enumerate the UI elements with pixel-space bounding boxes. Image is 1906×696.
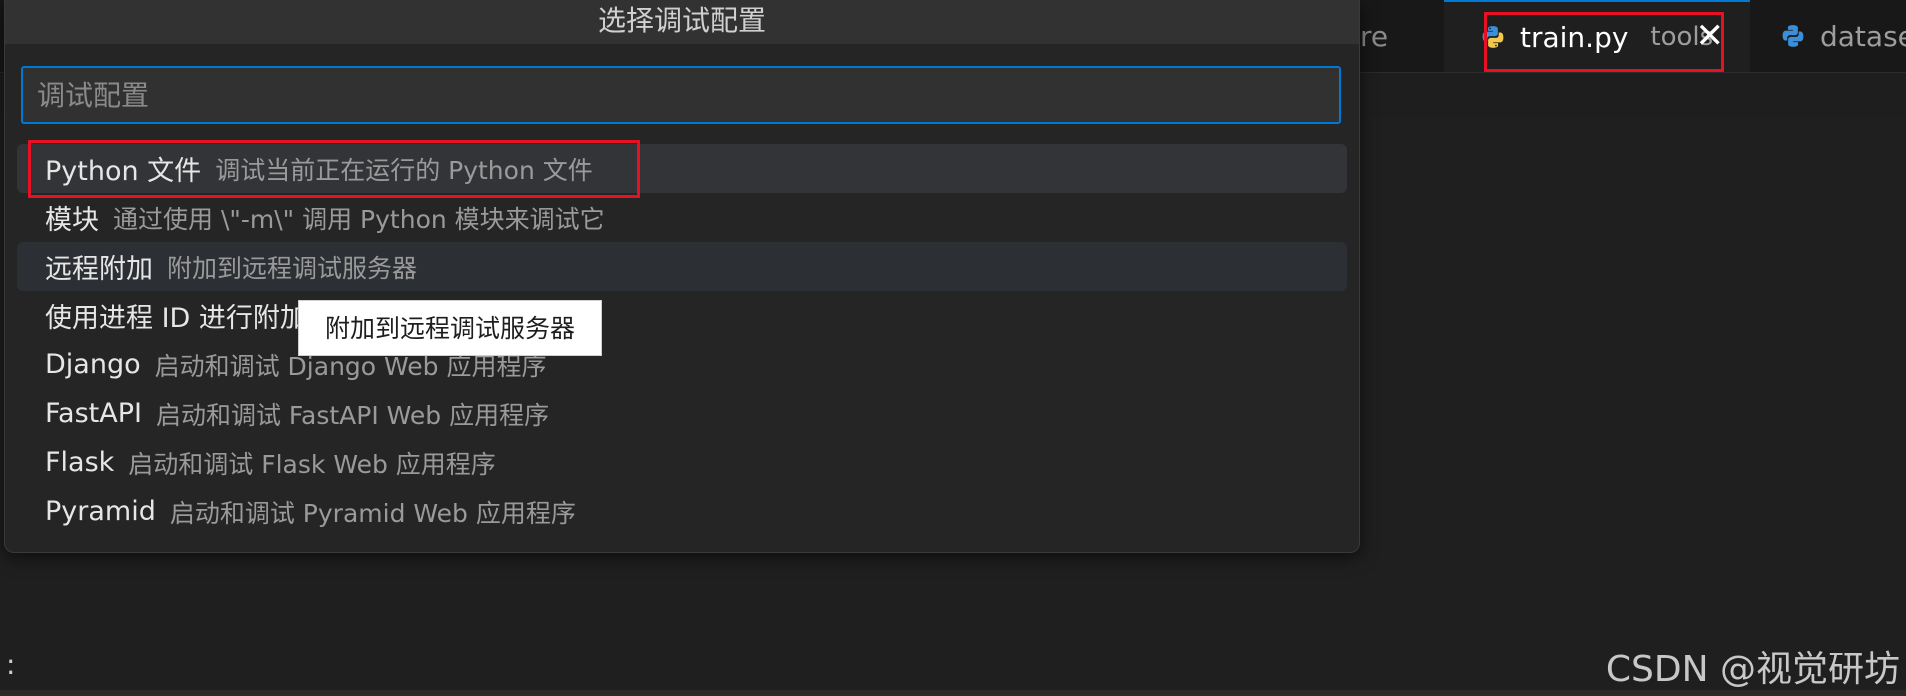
tab-dataset[interactable]: datase: [1752, 0, 1906, 72]
debug-config-quick-pick: 选择调试配置 Python 文件 调试当前正在运行的 Python 文件 模块 …: [4, 0, 1360, 553]
quick-pick-item-module[interactable]: 模块 通过使用 \"-m\" 调用 Python 模块来调试它: [17, 193, 1347, 242]
quick-pick-item-remote-attach[interactable]: 远程附加 附加到远程调试服务器: [17, 242, 1347, 291]
quick-pick-item-pyramid[interactable]: Pyramid 启动和调试 Pyramid Web 应用程序: [17, 487, 1347, 536]
item-detail: 启动和调试 Pyramid Web 应用程序: [169, 498, 576, 528]
status-fragment: :: [6, 648, 16, 681]
annotation-box-python-file: [28, 140, 640, 198]
item-label: FastAPI: [45, 398, 142, 429]
item-label: 模块: [45, 205, 99, 236]
quick-pick-item-fastapi[interactable]: FastAPI 启动和调试 FastAPI Web 应用程序: [17, 389, 1347, 438]
quick-pick-item-django[interactable]: Django 启动和调试 Django Web 应用程序: [17, 340, 1347, 389]
quick-pick-list: Python 文件 调试当前正在运行的 Python 文件 模块 通过使用 \"…: [17, 144, 1347, 536]
quick-pick-title: 选择调试配置: [5, 0, 1359, 44]
item-detail: 通过使用 \"-m\" 调用 Python 模块来调试它: [113, 204, 605, 234]
csdn-watermark: CSDN @视觉研坊: [1605, 649, 1900, 690]
tab-dataset-label: datase: [1820, 19, 1906, 53]
item-detail: 启动和调试 FastAPI Web 应用程序: [155, 400, 550, 430]
item-detail: 启动和调试 Flask Web 应用程序: [128, 449, 496, 479]
item-detail: 附加到远程调试服务器: [167, 253, 418, 283]
item-label: Django: [45, 349, 141, 380]
item-label: Pyramid: [45, 496, 156, 527]
quick-pick-item-process-id[interactable]: 使用进程 ID 进行附加: [17, 291, 1347, 340]
debug-config-search-input[interactable]: [21, 66, 1341, 124]
item-label: Flask: [45, 447, 115, 478]
item-label: 远程附加: [45, 254, 153, 285]
item-label: 使用进程 ID 进行附加: [45, 303, 307, 334]
vscode-window: re train.py tools ✕ datase : 选择调试配置 调试配置…: [0, 0, 1906, 696]
quick-pick-item-flask[interactable]: Flask 启动和调试 Flask Web 应用程序: [17, 438, 1347, 487]
python-icon: [1782, 25, 1804, 47]
annotation-box-tab: [1484, 12, 1724, 72]
hover-tooltip: 附加到远程调试服务器: [298, 300, 602, 356]
tab-previous-label: re: [1360, 19, 1389, 53]
